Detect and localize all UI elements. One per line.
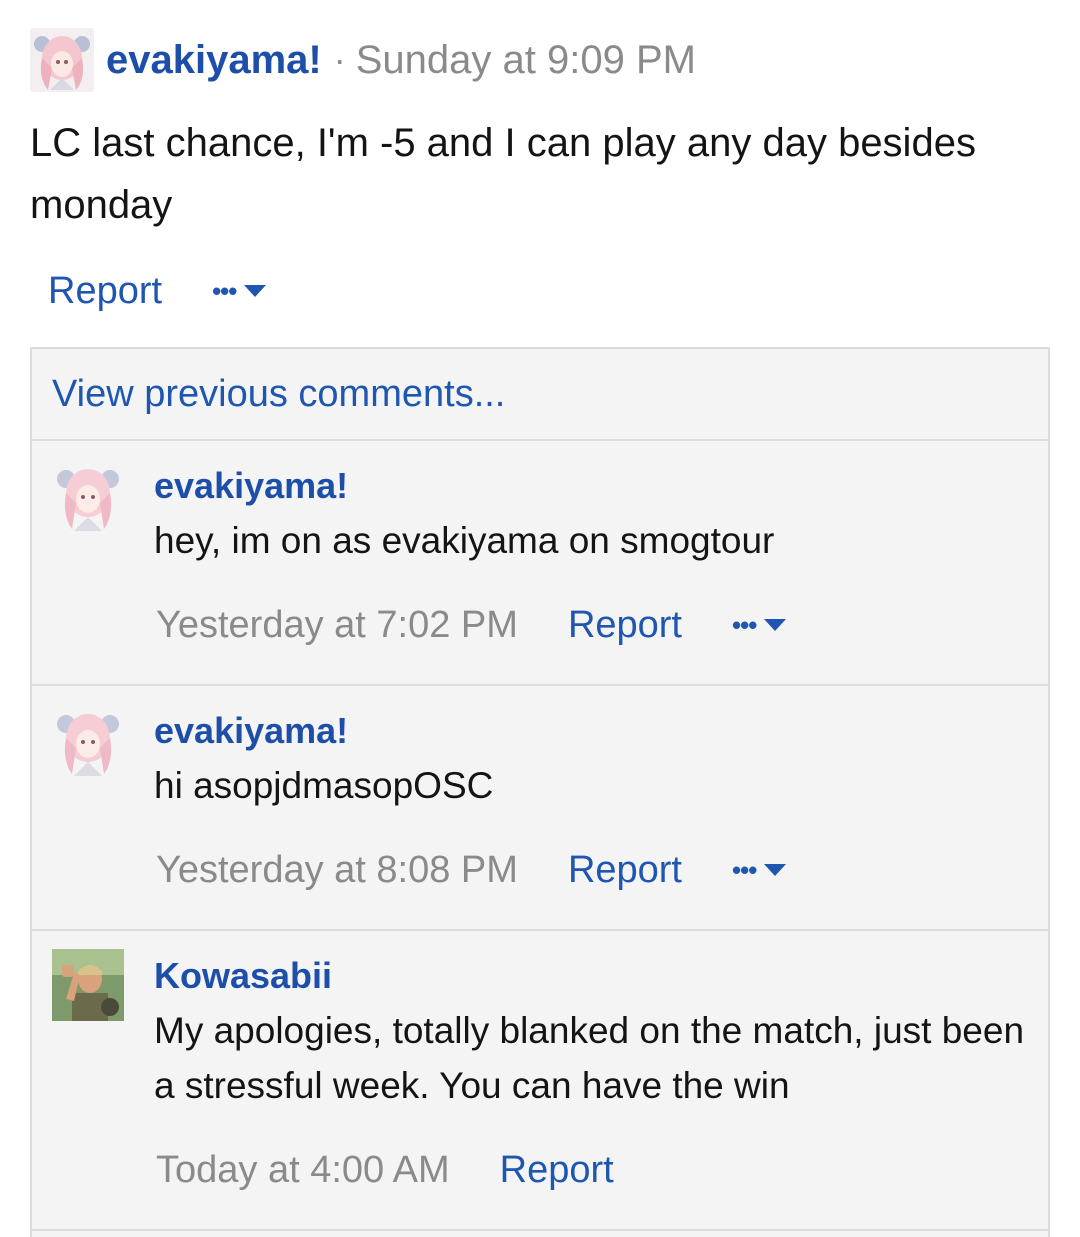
post-header: evakiyama! · Sunday at 9:09 PM xyxy=(30,28,696,92)
meta-separator: · xyxy=(333,39,346,80)
post-message: LC last chance, I'm -5 and I can play an… xyxy=(30,121,976,227)
more-dots-icon: ••• xyxy=(212,276,237,306)
more-options-menu[interactable]: ••• xyxy=(732,610,787,640)
report-link[interactable]: Report xyxy=(500,1149,614,1192)
user-avatar[interactable] xyxy=(52,949,124,1021)
chevron-down-icon xyxy=(764,864,787,876)
comment-meta: Yesterday at 8:08 PM Report ••• xyxy=(156,845,787,895)
user-avatar[interactable] xyxy=(52,459,124,531)
comment-author-link[interactable]: Kowasabii xyxy=(154,955,332,997)
chevron-down-icon xyxy=(764,619,787,631)
comment-text: hi asopjdmasopOSC xyxy=(154,765,494,806)
more-dots-icon: ••• xyxy=(732,610,757,640)
comment-timestamp[interactable]: Today at 4:00 AM xyxy=(156,1149,450,1192)
comment-item: evakiyama! hi asopjdmasopOSC Yesterday a… xyxy=(32,686,1048,931)
post-actions: Report ••• xyxy=(48,266,267,316)
user-avatar[interactable] xyxy=(30,28,94,92)
comment-text: My apologies, totally blanked on the mat… xyxy=(154,1010,1025,1106)
user-avatar[interactable] xyxy=(52,704,124,776)
comment-item: Kowasabii My apologies, totally blanked … xyxy=(32,931,1048,1231)
post-author-link[interactable]: evakiyama! xyxy=(106,38,322,83)
comment-author-link[interactable]: evakiyama! xyxy=(154,465,348,507)
comment-timestamp[interactable]: Yesterday at 8:08 PM xyxy=(156,849,518,892)
chevron-down-icon xyxy=(244,285,267,297)
post-timestamp[interactable]: Sunday at 9:09 PM xyxy=(356,38,696,83)
comment-item: evakiyama! hey, im on as evakiyama on sm… xyxy=(32,441,1048,686)
comment-meta: Yesterday at 7:02 PM Report ••• xyxy=(156,600,787,650)
more-options-menu[interactable]: ••• xyxy=(732,855,787,885)
comment-author-link[interactable]: evakiyama! xyxy=(154,710,348,752)
report-link[interactable]: Report xyxy=(568,849,682,892)
more-options-menu[interactable]: ••• xyxy=(212,276,267,306)
report-link[interactable]: Report xyxy=(568,604,682,647)
comment-timestamp[interactable]: Yesterday at 7:02 PM xyxy=(156,604,518,647)
comments-panel: View previous comments... evakiyama! hey… xyxy=(30,347,1050,1237)
view-previous-comments-link[interactable]: View previous comments... xyxy=(32,349,1048,441)
comment-text: hey, im on as evakiyama on smogtour xyxy=(154,520,775,561)
comment-meta: Today at 4:00 AM Report xyxy=(156,1145,614,1195)
report-link[interactable]: Report xyxy=(48,270,162,313)
more-dots-icon: ••• xyxy=(732,855,757,885)
